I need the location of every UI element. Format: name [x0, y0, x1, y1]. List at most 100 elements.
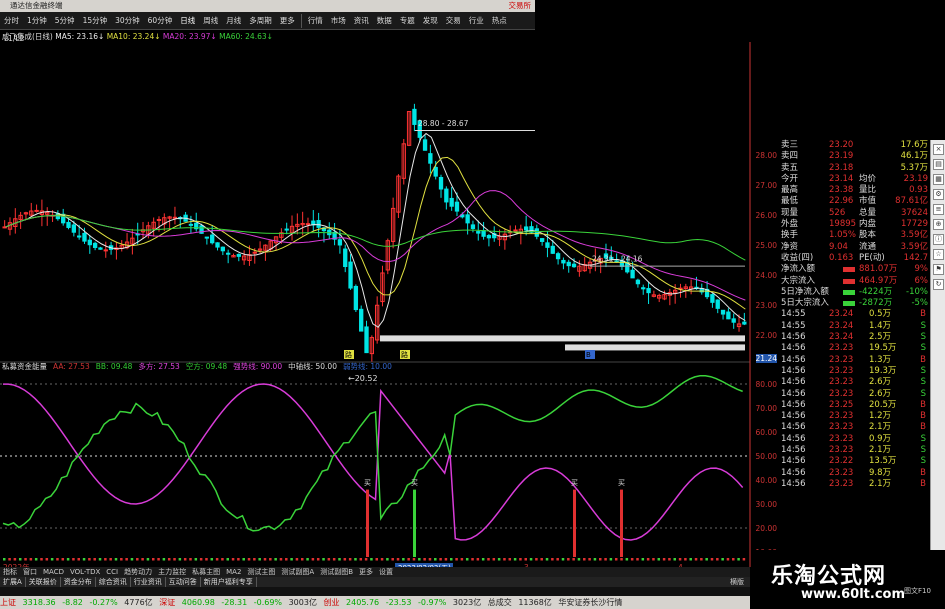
quote-price: 23.38: [829, 185, 854, 196]
signal-dot: [263, 558, 267, 561]
watermark-title: 乐淘公式网: [771, 564, 887, 589]
tab-indicator-6[interactable]: 主力监控: [155, 567, 189, 577]
settings-icon[interactable]: ⚙: [933, 189, 944, 200]
period-1[interactable]: 1分钟: [23, 12, 51, 30]
signal-dot: [141, 558, 144, 561]
tab-indicator-0[interactable]: 指标: [0, 567, 20, 577]
indicator-chart[interactable]: 买买买买2022年2023/02/03(五)34: [0, 361, 750, 567]
tab-info-2[interactable]: 资金分布: [61, 577, 96, 587]
broker-name: 华安证券长沙行情: [558, 598, 623, 607]
close-icon[interactable]: ×: [933, 144, 944, 155]
zoom-icon[interactable]: ⊕: [933, 219, 944, 230]
candlestick-chart[interactable]: ←32.20←20.5228.80 - 28.6724.31 - 24.16路路…: [2, 42, 747, 383]
menu-item-5[interactable]: 发现: [419, 12, 442, 30]
tab-indicator-11[interactable]: 测试副图B: [317, 567, 356, 577]
tab-info-4[interactable]: 行业资讯: [131, 577, 166, 587]
tab-indicator-8[interactable]: MA2: [223, 567, 244, 577]
tick-price: 23.24: [829, 309, 854, 320]
signal-dot: [577, 558, 581, 561]
period-10[interactable]: 更多: [276, 12, 299, 30]
stock-name[interactable]: 成飞集成(日线): [2, 32, 53, 41]
period-2[interactable]: 5分钟: [51, 12, 79, 30]
menu-item-4[interactable]: 专题: [396, 12, 419, 30]
tick-side: S: [920, 365, 926, 376]
candle-body: [226, 252, 231, 255]
sh-amt: 4776亿: [124, 598, 153, 607]
cy-name[interactable]: 创业: [324, 598, 340, 607]
signal-dot: [18, 558, 22, 561]
tab-indicator-13[interactable]: 设置: [376, 567, 396, 577]
tab-indicator-12[interactable]: 更多: [356, 567, 376, 577]
tick-side: S: [920, 377, 926, 388]
signal-dot: [194, 558, 198, 561]
tab-indicator-3[interactable]: VOL-TDX: [67, 567, 103, 577]
info-icon[interactable]: ⓘ: [933, 234, 944, 245]
tab-indicator-4[interactable]: CCI: [103, 567, 121, 577]
f10-label[interactable]: 图文F10: [904, 586, 931, 596]
refresh-icon[interactable]: ↻: [933, 279, 944, 290]
menu-item-8[interactable]: 热点: [488, 12, 511, 30]
indicator-axis-label: 70.00: [755, 404, 777, 413]
period-0[interactable]: 分时: [0, 12, 23, 30]
tick-volume: 2.1万: [869, 445, 892, 456]
tab-info-6[interactable]: 新用户福利专享: [201, 577, 257, 587]
candle-body: [77, 235, 82, 238]
star-icon[interactable]: ☆: [933, 249, 944, 260]
price-axis-label: 25.00: [755, 240, 777, 250]
menu-item-2[interactable]: 资讯: [350, 12, 373, 30]
flag-icon[interactable]: ⚑: [933, 264, 944, 275]
quote-price: 9.04: [829, 241, 848, 252]
tick-price: 23.23: [829, 467, 854, 478]
tab-indicator-5[interactable]: 趋势动力: [121, 567, 155, 577]
tab-indicator-2[interactable]: MACD: [40, 567, 67, 577]
signal-dot: [588, 558, 591, 561]
chart-icon[interactable]: ▤: [933, 159, 944, 170]
period-6[interactable]: 日线: [176, 12, 199, 30]
period-5[interactable]: 60分钟: [144, 12, 177, 30]
list-icon[interactable]: ≡: [933, 204, 944, 215]
side-toolbar[interactable]: × ▤ ▦ ⚙ ≡ ⊕ ⓘ ☆ ⚑ ↻: [930, 140, 945, 570]
flow-label: 大宗流入: [781, 275, 816, 286]
quote-label: 外盘: [781, 219, 799, 230]
tick-side: B: [920, 467, 926, 478]
grid-icon[interactable]: ▦: [933, 174, 944, 185]
signal-dot: [359, 558, 363, 561]
menu-item-6[interactable]: 交易: [442, 12, 465, 30]
tab-indicator-9[interactable]: 测试主图: [244, 567, 278, 577]
sh-name[interactable]: 上证: [0, 598, 16, 607]
layout-label[interactable]: 横版: [730, 577, 744, 587]
chart-area[interactable]: ←32.20←20.5228.80 - 28.6724.31 - 24.16路路…: [0, 42, 751, 567]
signal-dot: [609, 558, 613, 561]
ma20-label: MA20: 23.97↓: [162, 32, 217, 41]
menu-item-3[interactable]: 数据: [373, 12, 396, 30]
signal-dot: [109, 558, 112, 561]
period-3[interactable]: 15分钟: [79, 12, 112, 30]
watermark-logo: 乐淘公式网 www.60lt.com: [751, 550, 945, 609]
menu-item-1[interactable]: 市场: [327, 12, 350, 30]
period-8[interactable]: 月线: [222, 12, 245, 30]
sz-name[interactable]: 深证: [159, 598, 175, 607]
candle-body: [481, 229, 486, 237]
tab-info-5[interactable]: 互动问答: [166, 577, 201, 587]
period-9[interactable]: 多周期: [245, 12, 276, 30]
tick-volume: 20.5万: [869, 399, 897, 410]
external-link[interactable]: 交易所: [509, 0, 532, 12]
menu-item-7[interactable]: 行业: [465, 12, 488, 30]
signal-dot: [599, 558, 602, 561]
menu-item-0[interactable]: 行情: [304, 12, 327, 30]
tab-indicator-1[interactable]: 窗口: [20, 567, 40, 577]
period-7[interactable]: 周线: [199, 12, 222, 30]
period-4[interactable]: 30分钟: [111, 12, 144, 30]
signal-dot: [311, 558, 315, 561]
candle-body: [571, 263, 577, 268]
signal-dot: [439, 558, 442, 561]
signal-dot: [61, 558, 65, 561]
tab-info-1[interactable]: 关联报价: [26, 577, 61, 587]
tab-info-3[interactable]: 综合资讯: [96, 577, 131, 587]
tab-info-0[interactable]: 扩展A: [0, 577, 26, 587]
ma10-line: [5, 156, 746, 310]
candle-body: [305, 223, 311, 226]
tab-indicator-7[interactable]: 私募主图: [189, 567, 223, 577]
indicator-name[interactable]: 私募资金能量: [2, 362, 47, 371]
tab-indicator-10[interactable]: 测试副图A: [278, 567, 317, 577]
